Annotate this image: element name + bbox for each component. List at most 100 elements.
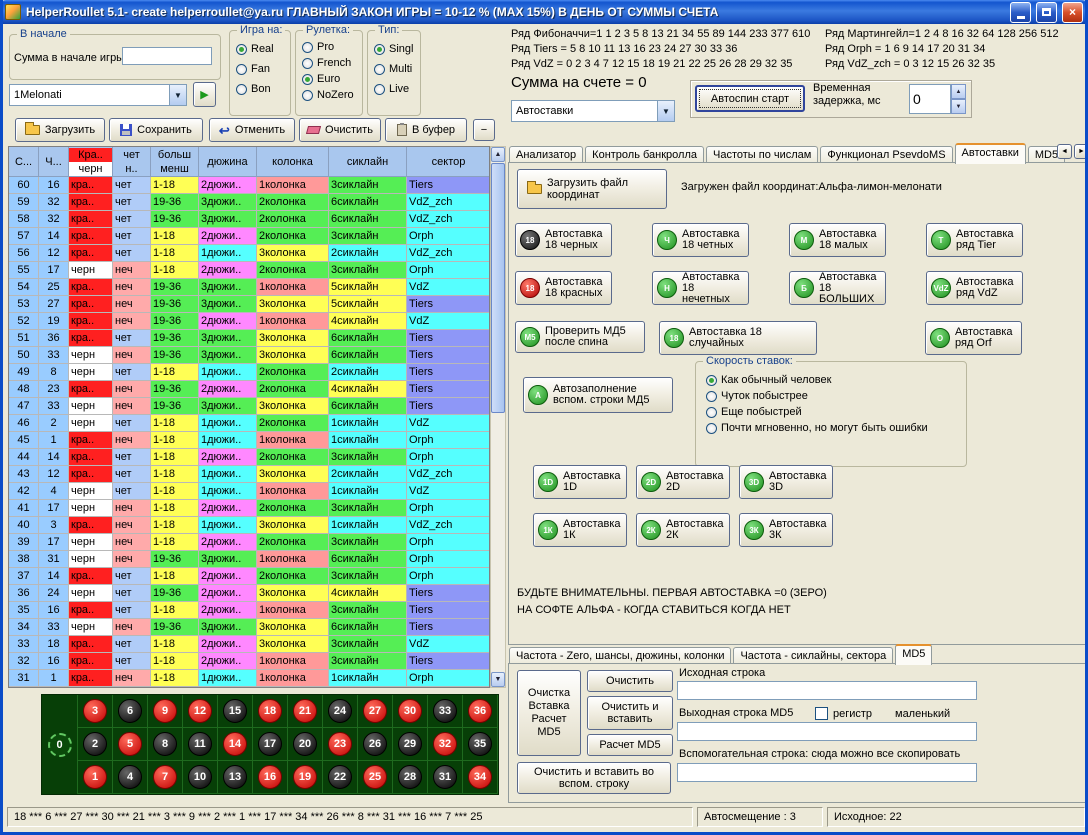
board-number-10[interactable]: 10: [183, 761, 218, 794]
table-row[interactable]: 5517черннеч1-182дюжи..2колонка3сиклайнOr…: [9, 262, 489, 279]
md5-aux-input[interactable]: [677, 763, 977, 782]
board-number-9[interactable]: 9: [148, 695, 183, 728]
buffer-button[interactable]: В буфер: [385, 118, 467, 142]
radio-speed-3[interactable]: Почти мгновенно, но могут быть ошибки: [706, 422, 928, 434]
board-number-6[interactable]: 6: [113, 695, 148, 728]
board-number-5[interactable]: 5: [113, 728, 148, 761]
table-row[interactable]: 4733черннеч19-363дюжи..3колонка6сиклайнT…: [9, 398, 489, 415]
table-row[interactable]: 3516кра..чет1-182дюжи..1колонка3сиклайнT…: [9, 602, 489, 619]
bet-18-odd-button[interactable]: НАвтоставка 18 нечетных: [652, 271, 749, 305]
board-number-20[interactable]: 20: [288, 728, 323, 761]
scroll-thumb[interactable]: [491, 163, 505, 413]
table-row[interactable]: 5832кра..чет19-363дюжи..2колонка6сиклайн…: [9, 211, 489, 228]
board-number-29[interactable]: 29: [393, 728, 428, 761]
profile-dropdown[interactable]: 1Melonati ▼: [9, 84, 187, 106]
bet-1d-button[interactable]: 1DАвтоставка 1D: [533, 465, 627, 499]
md5-calc-button[interactable]: Расчет MD5: [587, 734, 673, 756]
clear-button[interactable]: Очистить: [299, 118, 381, 142]
collapse-button[interactable]: −: [473, 119, 495, 141]
md5-clear-button[interactable]: Очистить: [587, 670, 673, 692]
table-row[interactable]: 4117черннеч1-182дюжи..2колонка3сиклайнOr…: [9, 500, 489, 517]
tab-4[interactable]: Автоставки: [955, 143, 1026, 164]
check-md5-button[interactable]: М5Проверить МД5 после спина: [515, 321, 645, 353]
scroll-down-icon[interactable]: ▼: [491, 672, 505, 687]
radio-roulette-0[interactable]: Pro: [302, 41, 354, 53]
table-row[interactable]: 5219кра..неч19-362дюжи..1колонка4сиклайн…: [9, 313, 489, 330]
save-button[interactable]: Сохранить: [109, 118, 203, 142]
md5-source-input[interactable]: [677, 681, 977, 700]
table-header-cell[interactable]: С...: [9, 147, 39, 177]
table-header-cell[interactable]: Кра..черн: [69, 147, 113, 177]
board-number-4[interactable]: 4: [113, 761, 148, 794]
board-number-18[interactable]: 18: [253, 695, 288, 728]
table-row[interactable]: 3917черннеч1-182дюжи..2колонка3сиклайнOr…: [9, 534, 489, 551]
board-number-33[interactable]: 33: [428, 695, 463, 728]
board-number-2[interactable]: 2: [78, 728, 113, 761]
table-header-cell[interactable]: Ч...: [39, 147, 69, 177]
bet-3k-button[interactable]: 3КАвтоставка 3К: [739, 513, 833, 547]
table-row[interactable]: 4823кра..неч19-362дюжи..2колонка4сиклайн…: [9, 381, 489, 398]
play-button[interactable]: ▶: [193, 82, 216, 107]
radio-game-2[interactable]: Bon: [236, 83, 274, 95]
radio-roulette-1[interactable]: French: [302, 57, 354, 69]
bottom-tab-2[interactable]: MD5: [895, 644, 932, 665]
table-row[interactable]: 424чернчет1-181дюжи..1колонка1сиклайнVdZ: [9, 483, 489, 500]
spin-up-icon[interactable]: ▲: [951, 84, 966, 99]
table-header-cell[interactable]: сектор: [407, 147, 490, 177]
table-row[interactable]: 498чернчет1-181дюжи..2колонка2сиклайнTie…: [9, 364, 489, 381]
bet-18-black-button[interactable]: 18Автоставка 18 черных: [515, 223, 612, 257]
table-header-cell[interactable]: колонка: [257, 147, 329, 177]
radio-type-1[interactable]: Multi: [374, 63, 413, 75]
board-number-1[interactable]: 1: [78, 761, 113, 794]
table-row[interactable]: 5425кра..неч19-363дюжи..1колонка5сиклайн…: [9, 279, 489, 296]
table-header-cell[interactable]: дюжина: [199, 147, 257, 177]
radio-game-1[interactable]: Fan: [236, 63, 274, 75]
table-row[interactable]: 3624чернчет19-362дюжи..3колонка4сиклайнT…: [9, 585, 489, 602]
table-row[interactable]: 5136кра..чет19-363дюжи..3колонка6сиклайн…: [9, 330, 489, 347]
table-scrollbar[interactable]: ▲ ▼: [490, 146, 506, 688]
table-row[interactable]: 403кра..неч1-181дюжи..3колонка1сиклайнVd…: [9, 517, 489, 534]
board-number-15[interactable]: 15: [218, 695, 253, 728]
board-number-12[interactable]: 12: [183, 695, 218, 728]
table-row[interactable]: 311кра..неч1-181дюжи..1колонка1сиклайнOr…: [9, 670, 489, 687]
autospin-start-button[interactable]: Автоспин старт: [695, 85, 805, 112]
board-number-11[interactable]: 11: [183, 728, 218, 761]
minimize-button[interactable]: [1010, 2, 1031, 23]
table-row[interactable]: 5714кра..чет1-182дюжи..2колонка3сиклайнO…: [9, 228, 489, 245]
board-number-19[interactable]: 19: [288, 761, 323, 794]
table-row[interactable]: 3831черннеч19-363дюжи..1колонка6сиклайнO…: [9, 551, 489, 568]
radio-roulette-3[interactable]: NoZero: [302, 89, 354, 101]
table-header-cell[interactable]: четн..: [113, 147, 151, 177]
table-row[interactable]: 5612кра..чет1-181дюжи..3колонка2сиклайнV…: [9, 245, 489, 262]
board-number-24[interactable]: 24: [323, 695, 358, 728]
board-number-0[interactable]: 0: [42, 695, 78, 794]
load-coords-button[interactable]: Загрузить файл координат: [517, 169, 667, 209]
board-number-14[interactable]: 14: [218, 728, 253, 761]
board-number-8[interactable]: 8: [148, 728, 183, 761]
bet-2d-button[interactable]: 2DАвтоставка 2D: [636, 465, 730, 499]
table-row[interactable]: 5033черннеч19-363дюжи..3колонка6сиклайнT…: [9, 347, 489, 364]
radio-roulette-2[interactable]: Euro: [302, 73, 354, 85]
table-header-cell[interactable]: большменш: [151, 147, 199, 177]
bet-3d-button[interactable]: 3DАвтоставка 3D: [739, 465, 833, 499]
board-number-32[interactable]: 32: [428, 728, 463, 761]
bet-orf-button[interactable]: ОАвтоставка ряд Orf: [925, 321, 1022, 355]
table-row[interactable]: 3714кра..чет1-182дюжи..2колонка3сиклайнO…: [9, 568, 489, 585]
board-number-16[interactable]: 16: [253, 761, 288, 794]
close-button[interactable]: ×: [1062, 2, 1083, 23]
board-number-36[interactable]: 36: [463, 695, 498, 728]
bet-vdz-button[interactable]: VdZАвтоставка ряд VdZ: [926, 271, 1023, 305]
chevron-down-icon[interactable]: ▼: [169, 85, 186, 105]
bet-tier-button[interactable]: ТАвтоставка ряд Tier: [926, 223, 1023, 257]
bet-18-random-button[interactable]: 18Автоставка 18 случайных: [659, 321, 817, 355]
start-sum-input[interactable]: [122, 47, 212, 65]
maximize-button[interactable]: [1036, 2, 1057, 23]
board-number-25[interactable]: 25: [358, 761, 393, 794]
table-row[interactable]: 3318кра..чет1-182дюжи..3колонка3сиклайнV…: [9, 636, 489, 653]
scroll-up-icon[interactable]: ▲: [491, 147, 505, 162]
radio-type-2[interactable]: Live: [374, 83, 413, 95]
bet-18-even-button[interactable]: ЧАвтоставка 18 четных: [652, 223, 749, 257]
bet-1k-button[interactable]: 1КАвтоставка 1К: [533, 513, 627, 547]
board-number-26[interactable]: 26: [358, 728, 393, 761]
radio-speed-0[interactable]: Как обычный человек: [706, 374, 928, 386]
